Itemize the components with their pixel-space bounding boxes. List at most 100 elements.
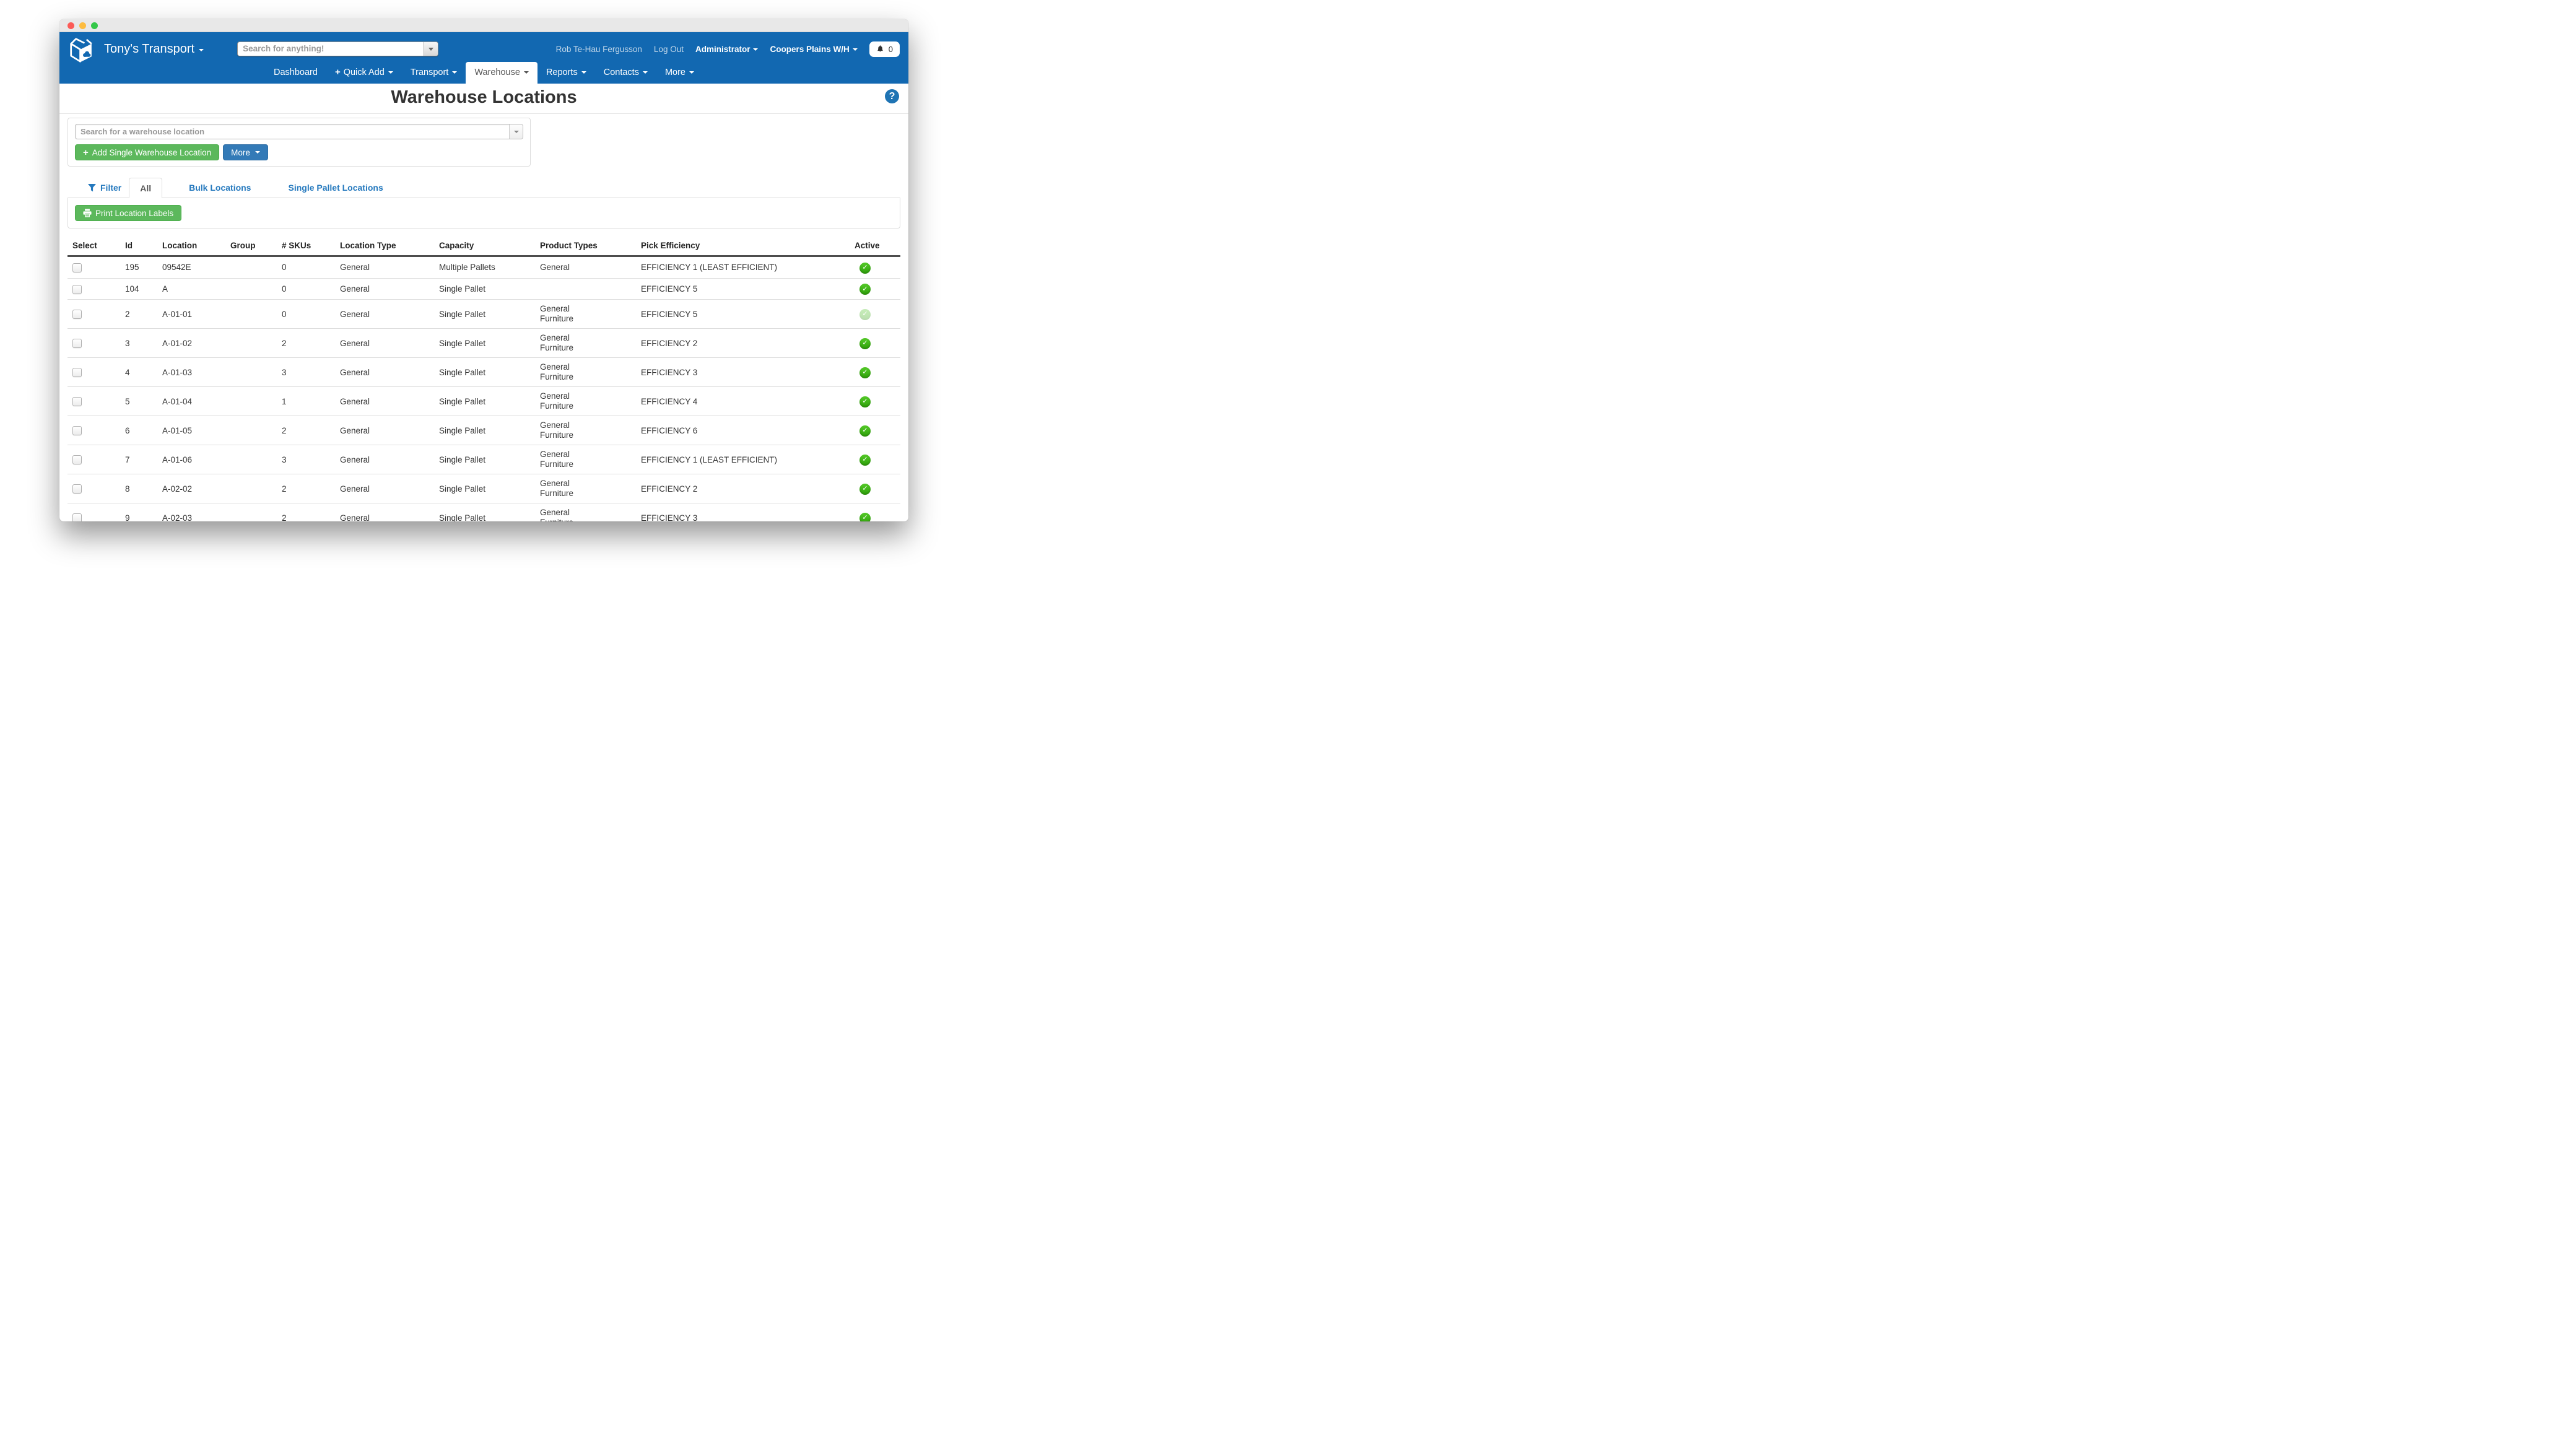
location-search-select[interactable]: Search for a warehouse location [75,124,523,139]
cell-location: 09542E [157,256,225,279]
menu-more[interactable]: More [656,62,703,84]
window-zoom-button[interactable] [91,22,98,29]
active-check-icon: ✓ [859,513,871,521]
cell-pick-efficiency: EFFICIENCY 3 [636,358,850,387]
warehouse-dropdown[interactable]: Coopers Plains W/H [770,45,857,54]
cell-skus: 0 [277,278,335,300]
cell-location: A-01-06 [157,445,225,474]
page-content: Search for a warehouse location + Add Si… [59,118,908,521]
tab-bulk-locations[interactable]: Bulk Locations [178,178,261,198]
cell-group [225,474,277,503]
cell-location: A-02-02 [157,474,225,503]
cell-location: A-01-03 [157,358,225,387]
print-location-labels-button[interactable]: Print Location Labels [75,205,181,221]
product-type-label: Furniture [540,489,631,498]
cell-pick-efficiency: EFFICIENCY 6 [636,416,850,445]
row-select-checkbox[interactable] [72,339,82,348]
cell-location: A-01-02 [157,329,225,358]
add-single-warehouse-location-button[interactable]: + Add Single Warehouse Location [75,144,219,160]
cell-pick-efficiency: EFFICIENCY 1 (LEAST EFFICIENT) [636,256,850,279]
menu-reports[interactable]: Reports [537,62,595,84]
cell-product-types: GeneralFurniture [535,416,636,445]
notifications-button[interactable]: 0 [869,41,900,57]
table-row: 104 A 0 General Single Pallet EFFICIENCY… [67,278,900,300]
cell-skus: 0 [277,256,335,279]
cell-active: ✓ [850,445,900,474]
row-select-checkbox[interactable] [72,426,82,435]
row-select-checkbox[interactable] [72,310,82,319]
cell-group [225,278,277,300]
row-select-checkbox[interactable] [72,368,82,377]
menu-transport[interactable]: Transport [402,62,466,84]
user-name-link[interactable]: Rob Te-Hau Fergusson [556,45,642,54]
cell-location-type: General [335,300,434,329]
cell-group [225,503,277,522]
menu-label: Contacts [604,67,639,77]
cell-location: A-02-03 [157,503,225,522]
product-type-label: Furniture [540,314,631,324]
cell-location-type: General [335,256,434,279]
logout-link[interactable]: Log Out [654,45,684,54]
role-dropdown[interactable]: Administrator [695,45,759,54]
chevron-down-icon [452,71,457,74]
global-search-select[interactable]: Search for anything! [237,41,438,56]
cell-id: 7 [120,445,157,474]
menu-contacts[interactable]: Contacts [595,62,656,84]
cell-group [225,358,277,387]
row-select-checkbox[interactable] [72,285,82,294]
cell-pick-efficiency: EFFICIENCY 5 [636,300,850,329]
product-type-label: Furniture [540,343,631,353]
plus-icon: + [83,147,89,158]
page-header: Warehouse Locations ? [59,84,908,114]
row-select-checkbox[interactable] [72,263,82,272]
navbar-user-area: Rob Te-Hau Fergusson Log Out Administrat… [556,41,900,57]
cell-select [67,387,120,416]
menu-warehouse[interactable]: Warehouse [466,62,537,84]
navbar: Tony's Transport Search for anything! Ro… [59,32,908,84]
cell-id: 2 [120,300,157,329]
cell-group [225,300,277,329]
cell-capacity: Single Pallet [434,300,535,329]
window-titlebar[interactable] [59,19,908,32]
row-select-checkbox[interactable] [72,513,82,521]
more-button[interactable]: More [223,144,268,160]
location-search-dropdown-button[interactable] [509,124,523,139]
window-minimize-button[interactable] [79,22,86,29]
cell-location: A-01-04 [157,387,225,416]
product-type-label: Furniture [540,401,631,411]
column-header-group: Group [225,236,277,256]
cell-active: ✓ [850,358,900,387]
global-search-dropdown-button[interactable] [424,42,438,56]
menu-dashboard[interactable]: Dashboard [265,62,326,84]
cell-active: ✓ [850,256,900,279]
location-search-placeholder: Search for a warehouse location [76,124,523,139]
cell-select [67,474,120,503]
column-header-skus: # SKUs [277,236,335,256]
active-check-icon: ✓ [859,396,871,407]
product-type-label: Furniture [540,430,631,440]
row-select-checkbox[interactable] [72,484,82,494]
navbar-top-row: Tony's Transport Search for anything! Ro… [68,37,900,61]
cell-id: 4 [120,358,157,387]
cell-product-types: GeneralFurniture [535,474,636,503]
cell-select [67,445,120,474]
cell-capacity: Single Pallet [434,474,535,503]
cell-location-type: General [335,445,434,474]
help-button[interactable]: ? [885,89,899,103]
tab-all[interactable]: All [129,178,162,198]
chevron-down-icon [853,48,858,51]
table-body: 195 09542E 0 General Multiple Pallets Ge… [67,256,900,522]
table-row: 7 A-01-06 3 General Single Pallet Genera… [67,445,900,474]
tab-single-pallet-locations[interactable]: Single Pallet Locations [277,178,393,198]
row-select-checkbox[interactable] [72,397,82,406]
bell-icon [876,45,884,53]
cell-product-types: GeneralFurniture [535,503,636,522]
table-row: 3 A-01-02 2 General Single Pallet Genera… [67,329,900,358]
cell-capacity: Single Pallet [434,445,535,474]
row-select-checkbox[interactable] [72,455,82,464]
menu-quick-add[interactable]: + Quick Add [326,62,402,84]
filter-button[interactable]: Filter [80,178,129,198]
column-header-capacity: Capacity [434,236,535,256]
cell-product-types: General [535,256,636,279]
window-close-button[interactable] [67,22,74,29]
